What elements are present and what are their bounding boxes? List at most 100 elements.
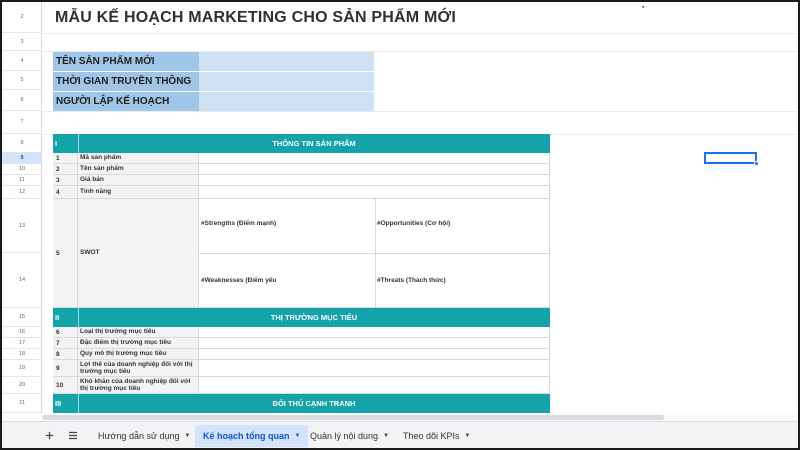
- row-label: Tính năng: [78, 186, 199, 198]
- section-header-target-market[interactable]: II THỊ TRƯỜNG MỤC TIÊU: [53, 308, 550, 327]
- table-row[interactable]: 3 Giá bán: [53, 175, 550, 186]
- row-value-cell[interactable]: [199, 327, 550, 337]
- row-header[interactable]: 14: [2, 253, 42, 308]
- row-number: 10: [53, 377, 78, 393]
- row-value-cell[interactable]: [199, 349, 550, 359]
- row-value-cell[interactable]: [199, 338, 550, 348]
- row-label: Tên sản phẩm: [78, 164, 199, 174]
- row-number: 7: [53, 338, 78, 348]
- row-header[interactable]: 4: [2, 51, 42, 71]
- row-value-cell[interactable]: [199, 164, 550, 174]
- section-header-product-info[interactable]: I THÔNG TIN SẢN PHẨM: [53, 134, 550, 153]
- info-label-campaign-time[interactable]: THỜI GIAN TRUYỀN THÔNG: [53, 72, 199, 91]
- swot-strengths[interactable]: #Strengths (Điểm mạnh): [201, 220, 276, 227]
- row-label: Đặc điểm thị trường mục tiêu: [78, 338, 199, 348]
- table-row[interactable]: 4 Tính năng: [53, 186, 550, 199]
- row-value-cell[interactable]: [199, 377, 550, 393]
- table-row[interactable]: 8 Quy mô thị trường mục tiêu: [53, 349, 550, 360]
- section-title: THÔNG TIN SẢN PHẨM: [272, 139, 356, 148]
- tab-label: Theo dõi KPIs: [403, 431, 460, 441]
- row-header[interactable]: 13: [2, 199, 42, 253]
- caret-down-icon[interactable]: ▼: [383, 433, 389, 439]
- row-header[interactable]: 16: [2, 327, 42, 338]
- section-number: I: [55, 139, 58, 148]
- list-icon[interactable]: [64, 422, 82, 448]
- row-value-cell[interactable]: [199, 175, 550, 185]
- fill-handle[interactable]: [754, 161, 759, 166]
- row-header[interactable]: 5: [2, 71, 42, 90]
- row-header[interactable]: 18: [2, 349, 42, 360]
- info-value-campaign-time[interactable]: [199, 72, 374, 91]
- tab-label: Hướng dẫn sử dụng: [98, 431, 180, 441]
- row-header[interactable]: 3: [2, 33, 42, 51]
- table-row[interactable]: 6 Loại thị trường mục tiêu: [53, 327, 550, 338]
- table-row[interactable]: 9 Lợi thế của doanh nghiệp đối với thị t…: [53, 360, 550, 377]
- row-number: 6: [53, 327, 78, 337]
- swot-weaknesses[interactable]: #Weaknesses (Điểm yếu: [201, 277, 276, 284]
- section-title: ĐỐI THỦ CẠNH TRANH: [272, 399, 356, 408]
- row-value-cell[interactable]: [199, 153, 550, 163]
- row-number: 9: [53, 360, 78, 376]
- caret-down-icon[interactable]: ▼: [465, 433, 471, 439]
- row-label: Quy mô thị trường mục tiêu: [78, 349, 199, 359]
- swot-threats[interactable]: #Threats (Thách thức): [377, 277, 446, 284]
- caret-down-icon[interactable]: ▼: [185, 433, 191, 439]
- row-number: 8: [53, 349, 78, 359]
- scrollbar-thumb[interactable]: [42, 415, 664, 420]
- row-label: Loại thị trường mục tiêu: [78, 327, 199, 337]
- row-number: 5: [53, 199, 78, 307]
- spreadsheet-window: 2 3 4 5 6 7 8 9 10 11 12 13 14 15 16 17 …: [0, 0, 800, 450]
- info-label-product-name[interactable]: TÊN SẢN PHẨM MỚI: [53, 52, 199, 71]
- row-number: 2: [53, 164, 78, 174]
- plus-icon[interactable]: [40, 422, 58, 448]
- sheet-title: MẪU KẾ HOẠCH MARKETING CHO SẢN PHẨM MỚI: [55, 9, 456, 26]
- cursor-mark-icon: ▪: [642, 4, 645, 11]
- row-number: 1: [53, 153, 78, 163]
- row-header[interactable]: 2: [2, 2, 42, 33]
- row-header[interactable]: 8: [2, 134, 42, 153]
- row-label: Giá bán: [78, 175, 199, 185]
- tab-label: Kế hoạch tổng quan: [203, 431, 290, 441]
- gridline: [42, 33, 798, 34]
- row-value-cell[interactable]: [199, 360, 550, 376]
- row-value-cell[interactable]: [199, 186, 550, 198]
- tab-label: Quản lý nội dung: [310, 431, 379, 441]
- row-header-active[interactable]: 9: [2, 153, 42, 164]
- info-label-planner[interactable]: NGƯỜI LẬP KẾ HOẠCH: [53, 92, 199, 111]
- tab-ke-hoach-tong-quan[interactable]: Kế hoạch tổng quan ▼: [195, 425, 309, 447]
- gridline: [42, 111, 798, 112]
- table-row[interactable]: 2 Tên sản phẩm: [53, 164, 550, 175]
- row-header[interactable]: 17: [2, 338, 42, 349]
- row-header-column: 2 3 4 5 6 7 8 9 10 11 12 13 14 15 16 17 …: [2, 2, 42, 413]
- row-header[interactable]: 20: [2, 377, 42, 394]
- sheet-grid[interactable]: MẪU KẾ HOẠCH MARKETING CHO SẢN PHẨM MỚI …: [42, 2, 798, 413]
- row-label: Mã sản phẩm: [78, 153, 199, 163]
- sheet-tab-bar: Hướng dẫn sử dụng ▼ Kế hoạch tổng quan ▼…: [2, 421, 798, 448]
- row-header[interactable]: 19: [2, 360, 42, 377]
- tab-huong-dan[interactable]: Hướng dẫn sử dụng ▼: [90, 425, 198, 447]
- row-label: Lợi thế của doanh nghiệp đối với thị trư…: [78, 360, 199, 376]
- section-title: THỊ TRƯỜNG MỤC TIÊU: [270, 313, 358, 322]
- selected-cell[interactable]: [704, 152, 759, 166]
- row-header[interactable]: 7: [2, 111, 42, 134]
- row-header[interactable]: 15: [2, 308, 42, 327]
- tab-quan-ly-noi-dung[interactable]: Quản lý nội dung ▼: [302, 425, 397, 447]
- section-header-competitors[interactable]: III ĐỐI THỦ CẠNH TRANH: [53, 394, 550, 413]
- section-number: II: [55, 313, 60, 322]
- row-header[interactable]: 21: [2, 394, 42, 413]
- table-row[interactable]: 10 Khó khăn của doanh nghiệp đối với thị…: [53, 377, 550, 394]
- row-number: 4: [53, 186, 78, 198]
- row-header[interactable]: 6: [2, 90, 42, 111]
- tab-theo-doi-kpis[interactable]: Theo dõi KPIs ▼: [395, 425, 478, 447]
- row-header[interactable]: 10: [2, 164, 42, 175]
- row-header[interactable]: 12: [2, 186, 42, 199]
- caret-down-icon[interactable]: ▼: [295, 433, 301, 439]
- info-value-product-name[interactable]: [199, 52, 374, 71]
- table-row[interactable]: 1 Mã sản phẩm: [53, 153, 550, 164]
- row-header[interactable]: 11: [2, 175, 42, 186]
- horizontal-scrollbar[interactable]: [42, 413, 798, 421]
- swot-opportunities[interactable]: #Opportunities (Cơ hội): [377, 220, 450, 227]
- table-row[interactable]: 7 Đặc điểm thị trường mục tiêu: [53, 338, 550, 349]
- row-label: Khó khăn của doanh nghiệp đối với thị tr…: [78, 377, 199, 393]
- info-value-planner[interactable]: [199, 92, 374, 111]
